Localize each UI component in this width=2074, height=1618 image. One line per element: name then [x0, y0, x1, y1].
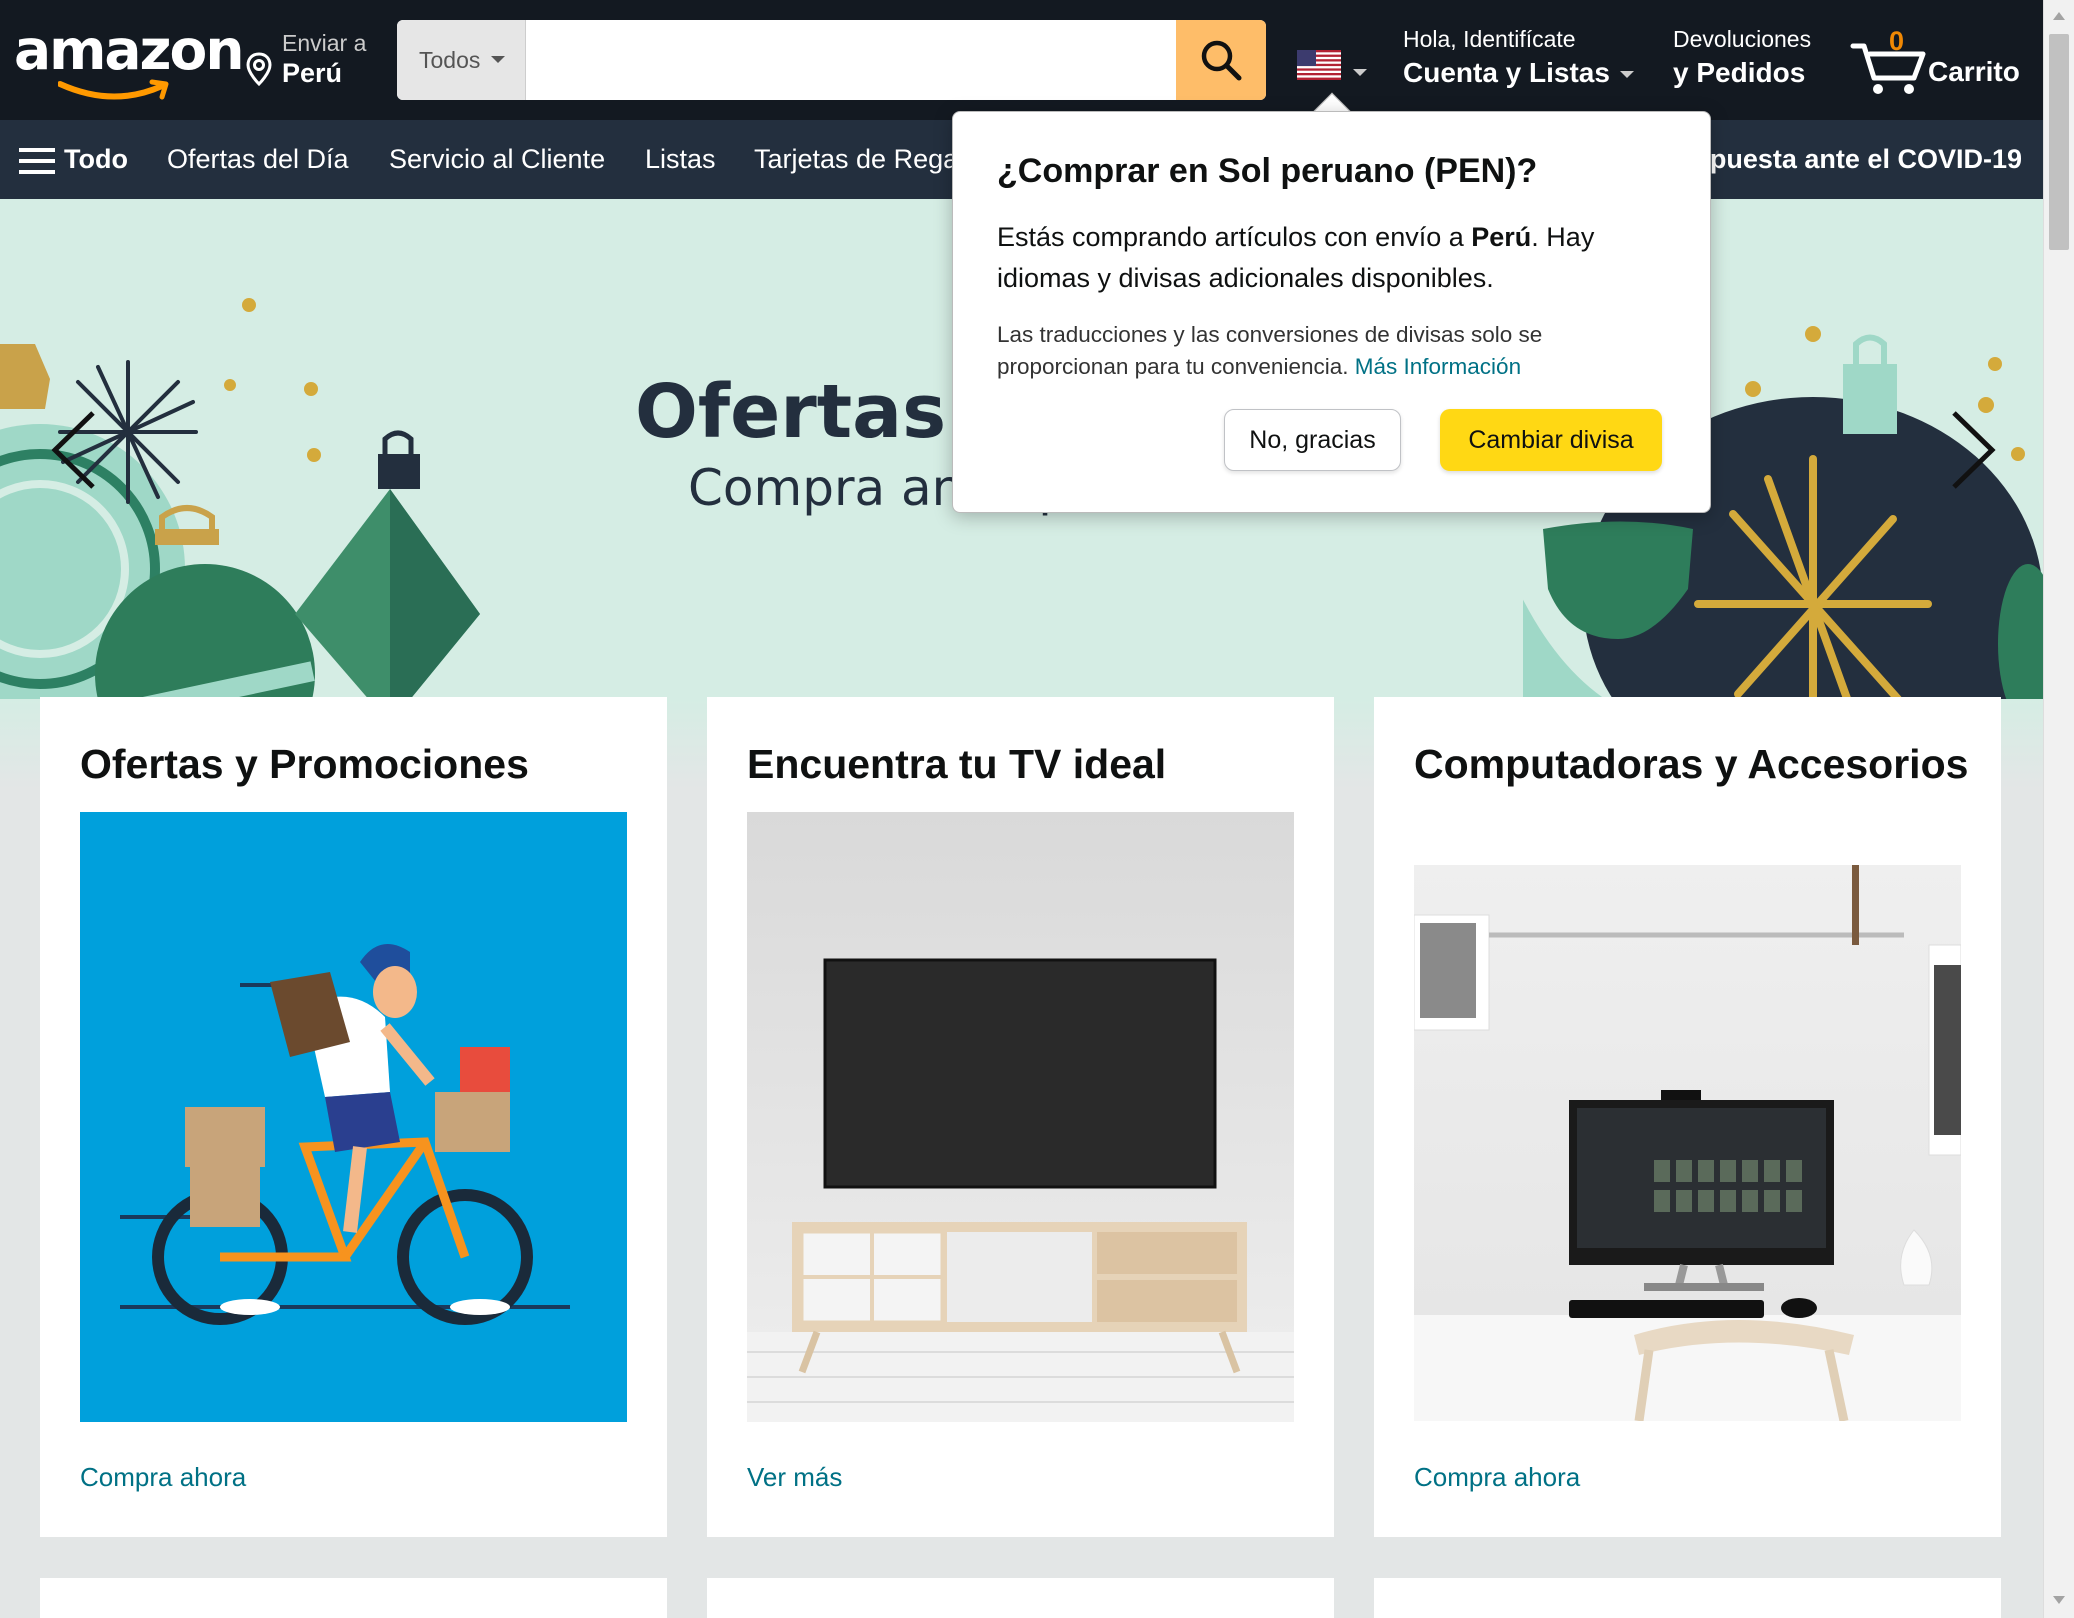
currency-popover: ¿Comprar en Sol peruano (PEN)? Estás com… — [952, 111, 1711, 513]
orders-label: y Pedidos — [1673, 57, 1806, 88]
returns-label: Devoluciones — [1673, 26, 1812, 52]
scrollbar-thumb[interactable] — [2049, 34, 2069, 250]
top-header: amazon Enviar a Perú Todos Hola, Identif… — [0, 0, 2043, 120]
card-title: Encuentra tu TV ideal — [747, 741, 1167, 787]
nav-item-listas[interactable]: Listas — [645, 120, 716, 199]
vertical-scrollbar[interactable] — [2043, 0, 2074, 1618]
more-info-link[interactable]: Más Información — [1355, 354, 1521, 379]
hamburger-menu-icon — [19, 148, 55, 174]
logo-smile-icon — [58, 79, 169, 100]
compra-ahora-link[interactable]: Compra ahora — [80, 1462, 246, 1493]
computer-photo — [1414, 865, 1961, 1421]
scroll-down-arrow-icon[interactable] — [2053, 1596, 2065, 1604]
deliver-to-label: Enviar a — [282, 30, 367, 56]
logo-wordmark: amazon — [14, 18, 245, 82]
cart-label: Carrito — [1928, 56, 2020, 87]
account-greeting: Hola, Identifícate — [1403, 26, 1576, 52]
cart-button[interactable]: 0 Carrito — [1850, 26, 2030, 96]
search-input[interactable] — [526, 20, 1176, 100]
carousel-next-icon[interactable] — [1942, 405, 2002, 495]
nav-item-servicio-al-cliente[interactable]: Servicio al Cliente — [389, 120, 605, 199]
nav-item-ofertas-del-dia[interactable]: Ofertas del Día — [167, 120, 349, 199]
tv-stand-image[interactable] — [747, 812, 1294, 1422]
deliver-country: Perú — [282, 58, 343, 88]
cyclist-illustration — [120, 944, 570, 1325]
popover-body-country: Perú — [1471, 222, 1532, 252]
account-menu[interactable]: Hola, Identifícate Cuenta y Listas — [1403, 26, 1634, 89]
search-category-select[interactable]: Todos — [397, 20, 526, 100]
language-chevron-icon[interactable] — [1353, 69, 1367, 76]
search-category-value: Todos — [419, 47, 481, 73]
us-flag-icon[interactable] — [1297, 50, 1341, 80]
amazon-logo[interactable]: amazon — [14, 18, 245, 100]
cart-icon — [1850, 43, 1926, 94]
delivery-cyclist-image[interactable] — [80, 812, 627, 1422]
returns-orders[interactable]: Devoluciones y Pedidos — [1673, 26, 1811, 89]
nav-all-button[interactable]: Todo — [19, 120, 128, 199]
compra-ahora-link[interactable]: Compra ahora — [1414, 1462, 1580, 1493]
card-tv-ideal: Encuentra tu TV ideal Ver más — [707, 697, 1334, 1537]
card-computadoras-accesorios: Computadoras y Accesorios Compra ahora — [1374, 697, 2001, 1537]
popover-body: Estás comprando artículos con envío a Pe… — [997, 217, 1677, 299]
card-title: Ofertas y Promociones — [80, 741, 529, 787]
popover-note: Las traducciones y las conversiones de d… — [997, 319, 1677, 383]
card-next-row — [40, 1578, 667, 1618]
card-ofertas-promociones: Ofertas y Promociones Compra ahora — [40, 697, 667, 1537]
change-currency-button[interactable]: Cambiar divisa — [1440, 409, 1662, 471]
location-pin-icon — [246, 52, 272, 86]
account-lists-label: Cuenta y Listas — [1403, 57, 1610, 88]
popover-body-prefix: Estás comprando artículos con envío a — [997, 222, 1472, 252]
search-bar: Todos — [397, 20, 1266, 100]
search-icon — [1201, 40, 1242, 81]
nav-item-tarjetas-de-regalo[interactable]: Tarjetas de Regalo — [754, 120, 979, 199]
popover-title: ¿Comprar en Sol peruano (PEN)? — [997, 152, 1538, 190]
card-next-row — [707, 1578, 1334, 1618]
carousel-prev-icon[interactable] — [45, 405, 105, 495]
chevron-down-icon — [491, 56, 505, 63]
nav-all-label: Todo — [64, 144, 128, 174]
ver-mas-link[interactable]: Ver más — [747, 1462, 842, 1493]
card-title: Computadoras y Accesorios — [1414, 741, 1969, 787]
computer-image[interactable] — [1414, 865, 1961, 1421]
decline-currency-button[interactable]: No, gracias — [1224, 409, 1401, 471]
tv-photo — [747, 958, 1294, 1422]
search-button[interactable] — [1176, 20, 1266, 100]
chevron-down-icon — [1619, 71, 1634, 79]
card-next-row — [1374, 1578, 2001, 1618]
scroll-up-arrow-icon[interactable] — [2053, 12, 2065, 20]
